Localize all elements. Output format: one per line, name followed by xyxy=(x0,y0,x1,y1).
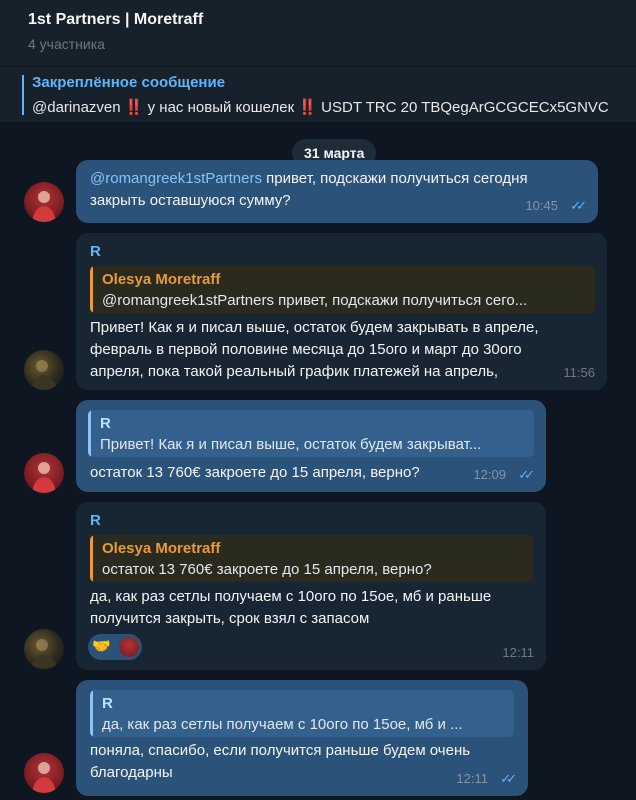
quote-bar xyxy=(90,266,93,313)
warning-emoji: ‼️ xyxy=(298,99,317,116)
avatar[interactable] xyxy=(24,453,64,493)
message-time: 12:09 xyxy=(473,467,506,482)
read-checkmarks-icon: ✓✓ xyxy=(518,467,535,482)
person-icon xyxy=(30,360,58,390)
message-bubble[interactable]: R Olesya Moretraff @romangreek1stPartner… xyxy=(76,233,607,390)
reply-quote[interactable]: Olesya Moretraff @romangreek1stPartners … xyxy=(90,266,595,313)
avatar[interactable] xyxy=(24,753,64,793)
quote-bar xyxy=(90,690,93,737)
quote-text: остаток 13 760€ закроете до 15 апреля, в… xyxy=(102,561,432,578)
member-count: 4 участника xyxy=(28,36,105,52)
person-icon xyxy=(30,639,58,669)
quote-author: Olesya Moretraff xyxy=(102,271,221,288)
message-text-line: привет, подскажи получиться сегодня xyxy=(261,170,528,187)
message-time: 12:11 xyxy=(502,645,534,660)
pinned-accent-bar xyxy=(22,75,24,115)
message-text: @romangreek1stPartners привет, подскажи … xyxy=(90,168,528,190)
person-icon xyxy=(32,762,56,793)
chat-header[interactable]: 1st Partners | Moretraff 4 участника xyxy=(0,0,636,66)
pinned-text: у нас новый кошелек xyxy=(147,99,299,116)
avatar[interactable] xyxy=(24,629,64,669)
message-time: 11:56 xyxy=(563,365,595,380)
handshake-icon: 🤝 xyxy=(92,638,111,655)
pinned-message-bar[interactable]: Закреплённое сообщение @darinazven ‼️ у … xyxy=(0,66,636,123)
message-text-line: получится закрыть, срок взял с запасом xyxy=(90,610,370,627)
message-text-line: февраль в первой половине месяца до 15ог… xyxy=(90,341,522,358)
message-list[interactable]: 31 марта @romangreek1stPartners привет, … xyxy=(0,123,636,800)
message-text-line: закрыть оставшуюся сумму? xyxy=(90,192,291,209)
quote-text: Привет! Как я и писал выше, остаток буде… xyxy=(100,436,482,453)
message-bubble[interactable]: R Привет! Как я и писал выше, остаток бу… xyxy=(76,400,546,492)
reply-quote[interactable]: R да, как раз сетлы получаем с 10ого по … xyxy=(90,690,514,737)
message-text-line: Привет! Как я и писал выше, остаток буде… xyxy=(90,319,539,336)
message-bubble[interactable]: R Olesya Moretraff остаток 13 760€ закро… xyxy=(76,502,546,670)
mention-link[interactable]: @romangreek1stPartners xyxy=(90,170,262,187)
quote-author: R xyxy=(102,695,113,712)
pinned-text: USDT TRC 20 TBQegArGCGCECx5GNVC xyxy=(321,99,609,116)
person-icon xyxy=(32,191,56,222)
avatar[interactable] xyxy=(24,350,64,390)
reply-quote[interactable]: Olesya Moretraff остаток 13 760€ закроет… xyxy=(90,535,533,582)
sender-name[interactable]: R xyxy=(90,241,101,263)
pinned-preview: @darinazven ‼️ у нас новый кошелек ‼️ US… xyxy=(32,98,609,116)
reply-quote[interactable]: R Привет! Как я и писал выше, остаток бу… xyxy=(88,410,534,457)
quote-text: да, как раз сетлы получаем с 10ого по 15… xyxy=(102,716,463,733)
read-checkmarks-icon: ✓✓ xyxy=(500,771,517,786)
message-time: 12:11 xyxy=(456,771,488,786)
quote-author: Olesya Moretraff xyxy=(102,540,221,557)
quote-bar xyxy=(88,410,91,457)
avatar[interactable] xyxy=(24,182,64,222)
quote-bar xyxy=(90,535,93,582)
pinned-title: Закреплённое сообщение xyxy=(32,74,226,91)
chat-title[interactable]: 1st Partners | Moretraff xyxy=(28,11,203,29)
reactor-avatar xyxy=(119,637,139,657)
message-bubble[interactable]: R да, как раз сетлы получаем с 10ого по … xyxy=(76,680,528,796)
message-text-line: поняла, спасибо, если получится раньше б… xyxy=(90,742,471,759)
pinned-mention: @darinazven xyxy=(32,99,121,116)
quote-author: R xyxy=(100,415,111,432)
message-text-line: апреля, пока такой реальный график плате… xyxy=(90,363,499,380)
quote-text: @romangreek1stPartners привет, подскажи … xyxy=(102,292,528,309)
message-bubble[interactable]: @romangreek1stPartners привет, подскажи … xyxy=(76,160,598,223)
person-icon xyxy=(32,462,56,493)
message-text-line: остаток 13 760€ закроете до 15 апреля, в… xyxy=(90,464,420,481)
read-checkmarks-icon: ✓✓ xyxy=(570,198,587,213)
message-time: 10:45 xyxy=(525,198,558,213)
warning-emoji: ‼️ xyxy=(124,99,144,116)
message-text-line: да, как раз сетлы получаем с 10ого по 15… xyxy=(90,588,492,605)
message-text-line: благодарны xyxy=(90,764,173,781)
sender-name[interactable]: R xyxy=(90,510,101,532)
reaction-chip[interactable]: 🤝 xyxy=(88,634,142,660)
